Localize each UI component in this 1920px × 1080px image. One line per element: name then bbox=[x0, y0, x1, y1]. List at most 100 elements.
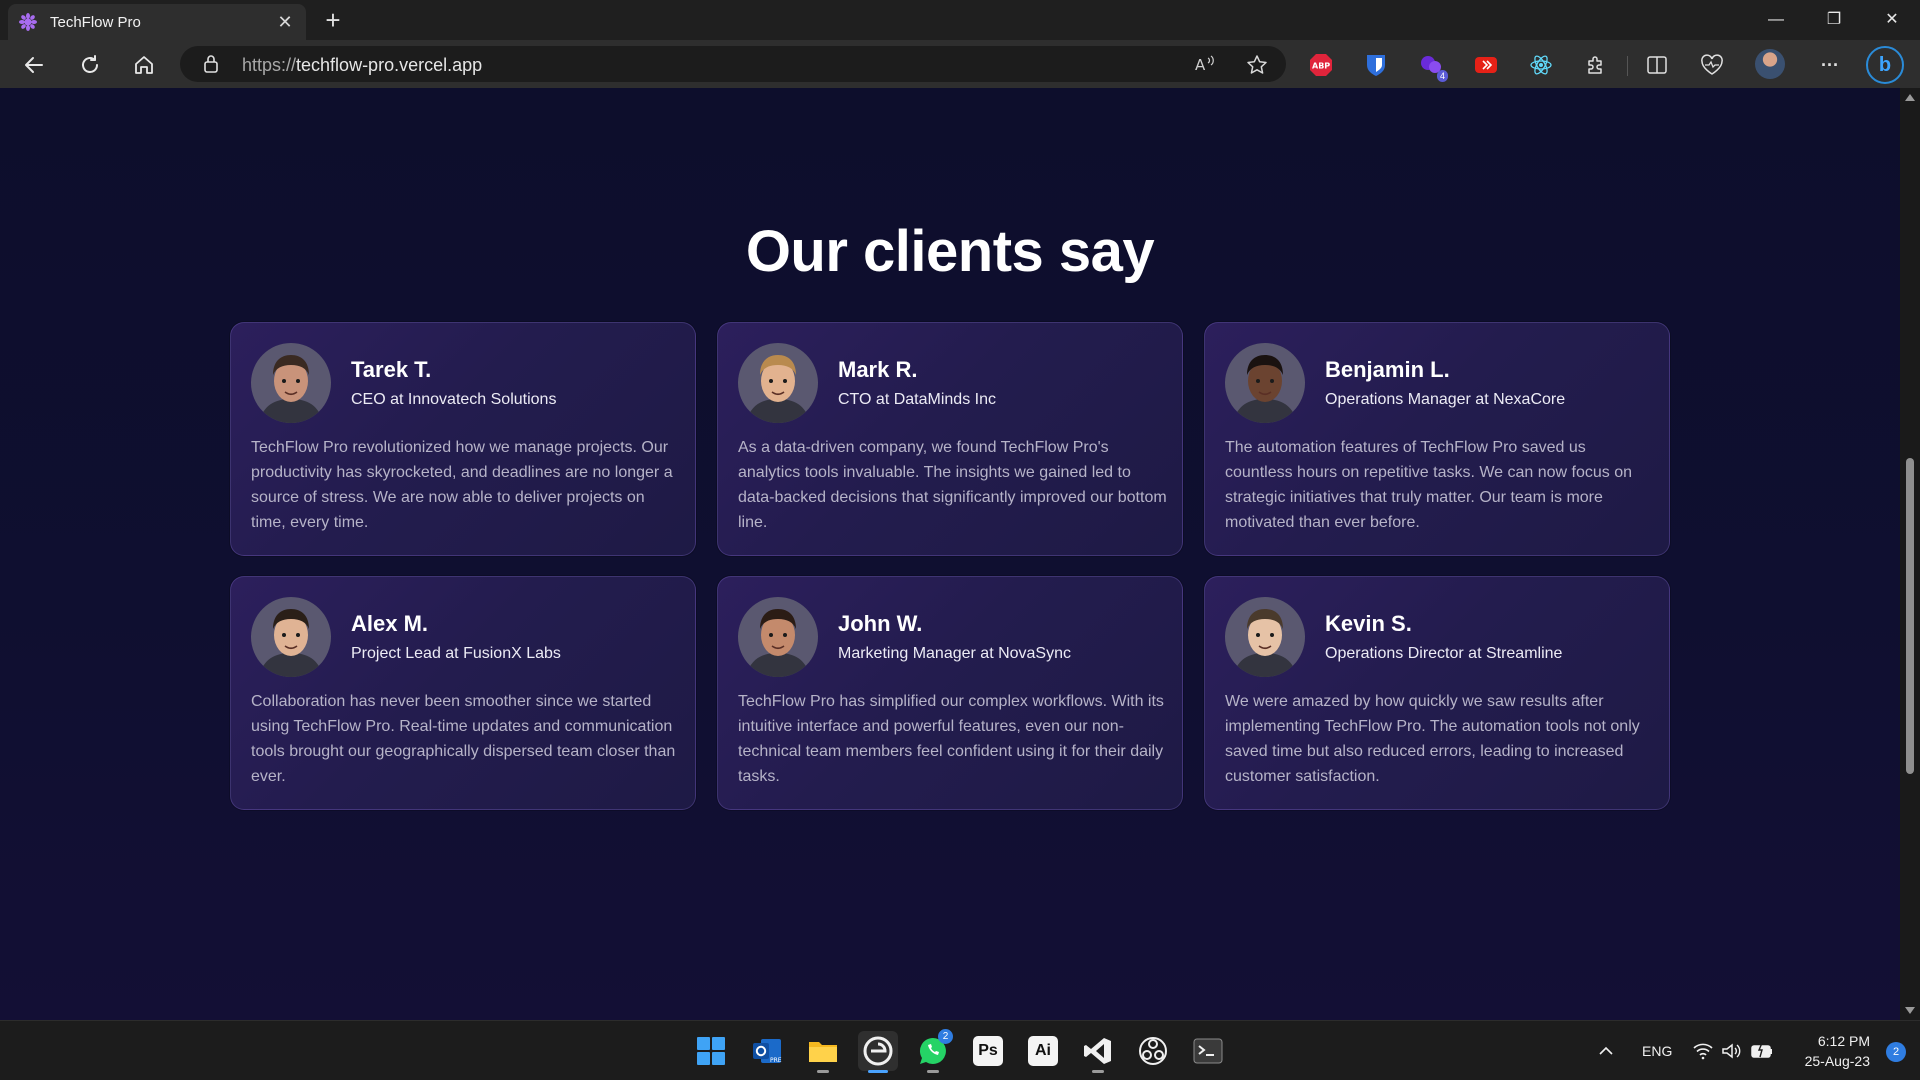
puzzle-icon bbox=[1588, 56, 1602, 74]
react-devtools-extension[interactable] bbox=[1526, 50, 1556, 80]
taskbar-file-explorer[interactable] bbox=[803, 1031, 843, 1073]
split-screen-button[interactable] bbox=[1642, 50, 1672, 80]
settings-more-button[interactable]: ··· bbox=[1815, 50, 1845, 80]
extensions-button[interactable] bbox=[1581, 50, 1611, 80]
taskbar-vscode[interactable] bbox=[1078, 1031, 1118, 1073]
clock-time: 6:12 PM bbox=[1817, 1033, 1870, 1049]
restore-button[interactable]: ❐ bbox=[1814, 6, 1854, 34]
avatar bbox=[251, 597, 331, 677]
notification-badge[interactable]: 2 bbox=[1886, 1042, 1906, 1062]
scroll-up-arrow-icon[interactable] bbox=[1905, 94, 1915, 101]
illustrator-label: Ai bbox=[1035, 1042, 1051, 1059]
start-button[interactable] bbox=[691, 1031, 731, 1071]
windows-taskbar: PRE 2 Ps Ai ENG 6:12 PM 25-Aug-23 2 bbox=[0, 1020, 1920, 1080]
taskbar-terminal[interactable] bbox=[1188, 1031, 1228, 1071]
abp-icon: ABP bbox=[1310, 54, 1332, 76]
testimonial-quote: As a data-driven company, we found TechF… bbox=[738, 439, 1167, 531]
techflow-favicon bbox=[19, 13, 37, 31]
clock-date: 25-Aug-23 bbox=[1804, 1053, 1870, 1069]
tab-title: TechFlow Pro bbox=[50, 13, 141, 31]
favorite-star-icon[interactable] bbox=[1246, 54, 1268, 76]
avatar bbox=[1225, 597, 1305, 677]
browser-essentials-button[interactable] bbox=[1697, 50, 1727, 80]
url-protocol: https:// bbox=[242, 55, 297, 75]
read-aloud-icon[interactable]: A bbox=[1194, 54, 1216, 74]
running-indicator bbox=[1092, 1070, 1104, 1073]
testimonial-quote: TechFlow Pro revolutionized how we manag… bbox=[251, 439, 673, 531]
outlook-icon: PRE bbox=[753, 1039, 782, 1064]
testimonial-quote: Collaboration has never been smoother si… bbox=[251, 693, 676, 785]
testimonial-card: Tarek T. CEO at Innovatech Solutions TechF… bbox=[230, 322, 696, 556]
testimonial-role: Marketing Manager at NovaSync bbox=[838, 645, 1071, 662]
taskbar-edge[interactable] bbox=[858, 1031, 898, 1073]
close-tab-icon[interactable]: ✕ bbox=[274, 12, 296, 33]
youtube-extension[interactable] bbox=[1471, 50, 1501, 80]
vertical-scrollbar[interactable] bbox=[1900, 88, 1920, 1020]
running-indicator bbox=[817, 1070, 829, 1073]
bitwarden-extension[interactable] bbox=[1361, 50, 1391, 80]
photoshop-label: Ps bbox=[978, 1042, 998, 1059]
home-icon bbox=[135, 56, 153, 74]
avatar-portrait bbox=[1225, 597, 1305, 677]
svg-text:ABP: ABP bbox=[1312, 62, 1330, 71]
language-indicator[interactable]: ENG bbox=[1642, 1021, 1672, 1080]
illustrator-icon: Ai bbox=[1028, 1036, 1058, 1066]
back-button[interactable] bbox=[18, 49, 50, 81]
split-screen-icon bbox=[1647, 56, 1667, 74]
taskbar-illustrator[interactable]: Ai bbox=[1023, 1031, 1063, 1071]
copilot-button[interactable]: b bbox=[1866, 46, 1904, 84]
system-clock[interactable]: 6:12 PM 25-Aug-23 bbox=[1805, 1031, 1870, 1071]
scrollbar-thumb[interactable] bbox=[1906, 458, 1914, 774]
testimonial-card: Mark R. CTO at DataMinds Inc As a data-dri… bbox=[717, 322, 1183, 556]
show-hidden-icons-button[interactable] bbox=[1598, 1021, 1614, 1080]
extension-badge: 4 bbox=[1436, 70, 1448, 82]
testimonial-quote: TechFlow Pro has simplified our complex … bbox=[738, 693, 1164, 785]
taskbar-outlook[interactable]: PRE bbox=[747, 1031, 787, 1071]
scroll-down-arrow-icon[interactable] bbox=[1905, 1007, 1915, 1014]
terminal-icon bbox=[1193, 1038, 1223, 1064]
windows-start-icon bbox=[697, 1037, 725, 1065]
file-explorer-icon bbox=[809, 1042, 837, 1062]
testimonial-quote: The automation features of TechFlow Pro … bbox=[1225, 439, 1633, 531]
testimonial-quote: We were amazed by how quickly we saw res… bbox=[1225, 693, 1640, 785]
lock-icon[interactable] bbox=[202, 54, 220, 74]
tab-techflow[interactable]: TechFlow Pro ✕ bbox=[8, 4, 306, 40]
browser-toolbar: https://techflow-pro.vercel.app A ABP 4 … bbox=[0, 40, 1920, 88]
purple-extension[interactable]: 4 bbox=[1416, 50, 1448, 82]
avatar bbox=[1225, 343, 1305, 423]
bitwarden-icon bbox=[1367, 55, 1385, 76]
volume-icon bbox=[1722, 1043, 1741, 1059]
url-host: techflow-pro.vercel.app bbox=[296, 55, 483, 75]
heart-pulse-icon bbox=[1701, 54, 1723, 75]
chevron-up-icon bbox=[1599, 1046, 1613, 1055]
taskbar-obs[interactable] bbox=[1133, 1031, 1173, 1071]
refresh-button[interactable] bbox=[74, 49, 106, 81]
minimize-button[interactable]: — bbox=[1756, 6, 1796, 34]
testimonial-role: Operations Director at Streamline bbox=[1325, 645, 1563, 662]
avatar bbox=[251, 343, 331, 423]
react-devtools-icon bbox=[1530, 55, 1552, 75]
running-indicator bbox=[927, 1070, 939, 1073]
taskbar-whatsapp[interactable]: 2 bbox=[913, 1029, 953, 1073]
refresh-icon bbox=[82, 55, 98, 73]
home-button[interactable] bbox=[128, 49, 160, 81]
address-bar[interactable]: https://techflow-pro.vercel.app A bbox=[180, 46, 1286, 82]
taskbar-photoshop[interactable]: Ps bbox=[968, 1031, 1008, 1071]
avatar bbox=[738, 597, 818, 677]
url-text[interactable]: https://techflow-pro.vercel.app bbox=[242, 55, 482, 76]
back-arrow-icon bbox=[25, 57, 43, 73]
more-icon: ··· bbox=[1821, 54, 1839, 75]
close-window-button[interactable]: ✕ bbox=[1872, 6, 1912, 34]
testimonial-card: John W. Marketing Manager at NovaSync Tech… bbox=[717, 576, 1183, 810]
svg-text:A: A bbox=[1195, 56, 1206, 74]
network-volume-battery-group[interactable] bbox=[1692, 1021, 1774, 1080]
new-tab-button[interactable]: + bbox=[318, 6, 348, 34]
avatar-portrait bbox=[251, 343, 331, 423]
profile-avatar[interactable] bbox=[1755, 49, 1785, 79]
abp-extension[interactable]: ABP bbox=[1306, 50, 1336, 80]
battery-charging-icon bbox=[1751, 1042, 1772, 1058]
edge-icon bbox=[863, 1036, 893, 1066]
svg-text:PRE: PRE bbox=[770, 1057, 782, 1064]
testimonial-name: Mark R. bbox=[838, 357, 918, 382]
testimonial-name: Benjamin L. bbox=[1325, 357, 1450, 382]
